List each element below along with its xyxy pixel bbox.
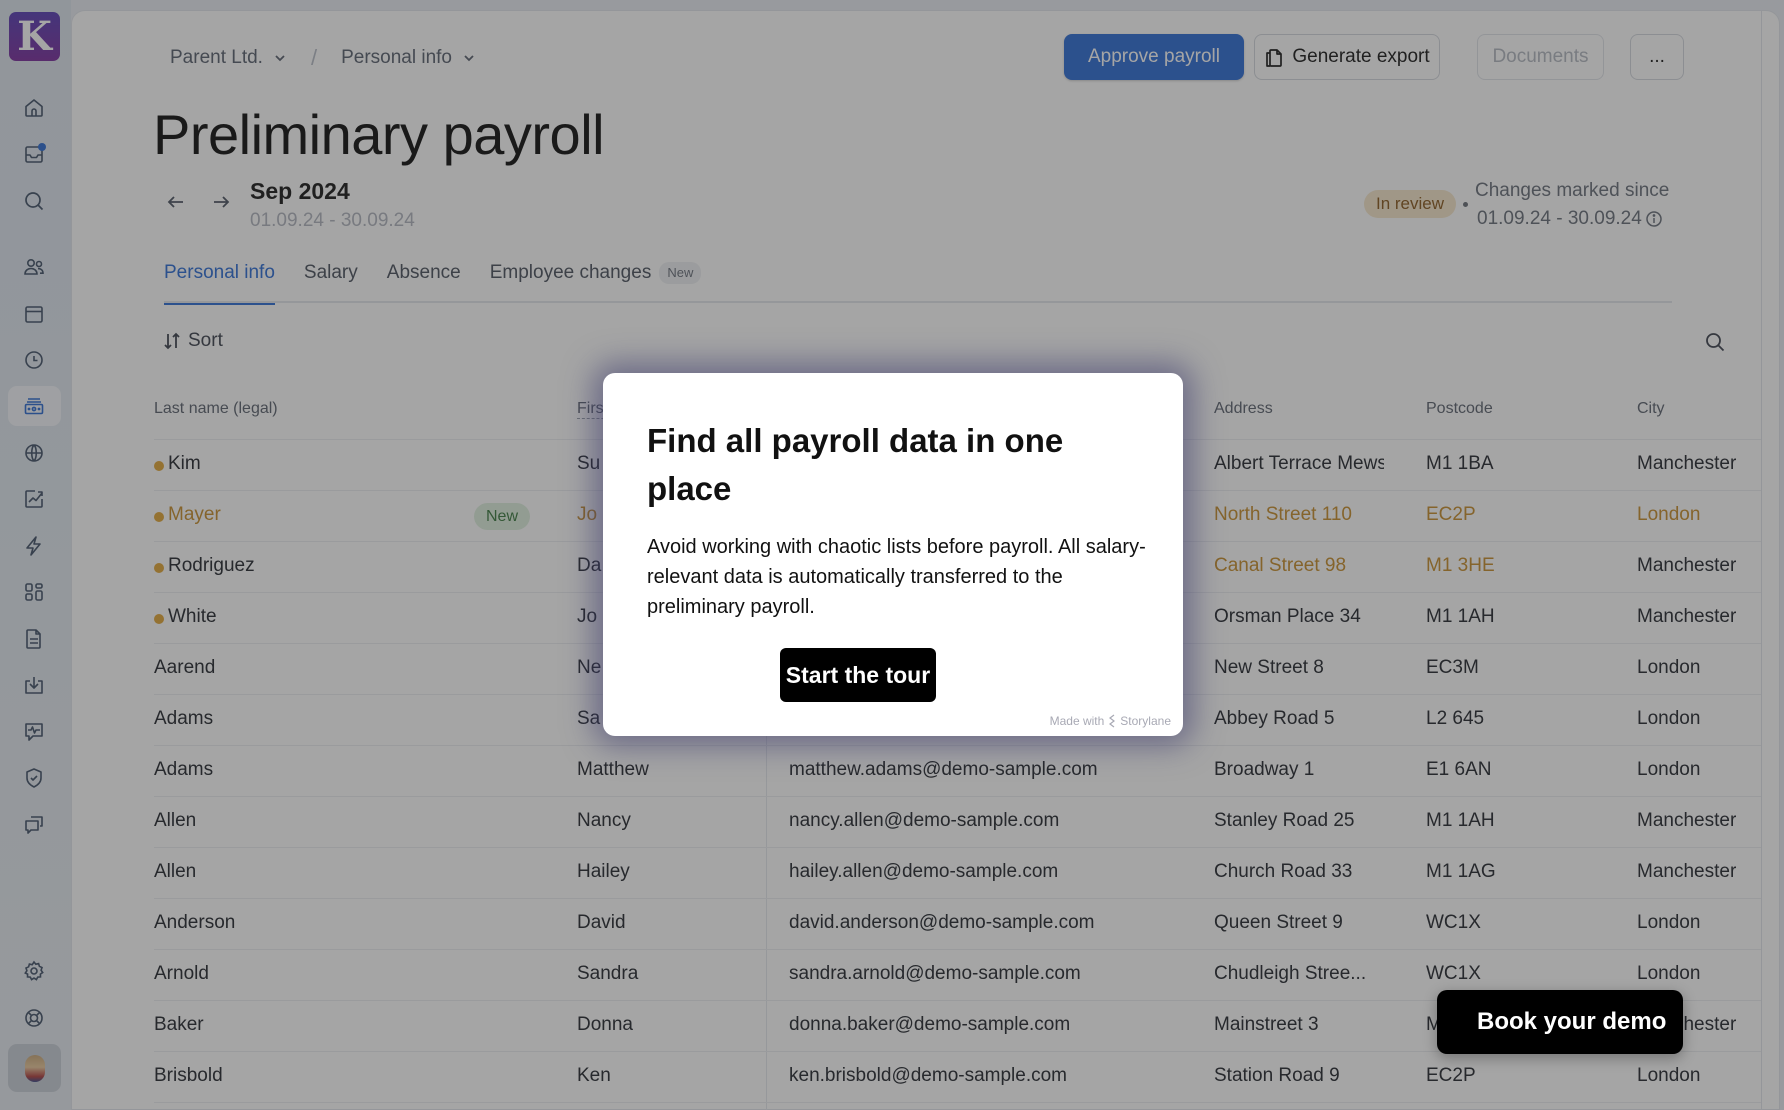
- tour-modal-title: Find all payroll data in one place: [647, 422, 1064, 507]
- attribution-brand: Storylane: [1120, 714, 1171, 728]
- tour-modal: Find all payroll data in one place Avoid…: [603, 373, 1183, 736]
- start-tour-button[interactable]: Start the tour: [780, 648, 936, 702]
- storylane-attribution[interactable]: Made with Storylane: [1050, 714, 1171, 728]
- attribution-prefix: Made with: [1049, 714, 1105, 728]
- tour-modal-body: Avoid working with chaotic lists before …: [647, 536, 1146, 618]
- storylane-logo-icon: [1109, 714, 1116, 728]
- book-demo-button[interactable]: Book your demo: [1437, 990, 1683, 1054]
